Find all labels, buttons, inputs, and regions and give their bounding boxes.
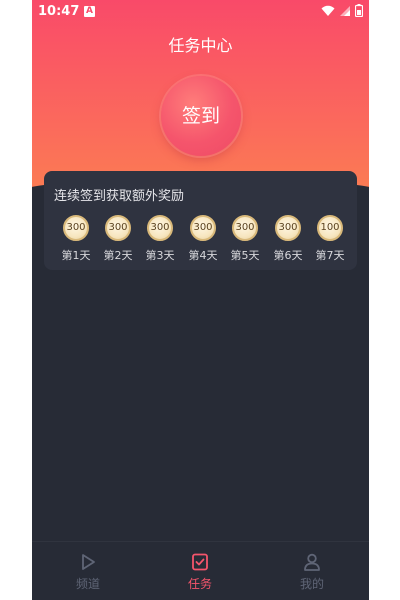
wifi-icon bbox=[321, 5, 335, 16]
day-label: 第5天 bbox=[230, 249, 260, 262]
user-icon bbox=[304, 553, 320, 571]
task-check-icon bbox=[192, 553, 208, 571]
day-label: 第1天 bbox=[61, 249, 91, 262]
day-item: 300 第6天 bbox=[270, 215, 306, 263]
coin-icon: 300 bbox=[105, 215, 131, 241]
status-bar: 10:47 A bbox=[32, 0, 369, 24]
day-label: 第6天 bbox=[273, 249, 303, 262]
reward-card: 连续签到获取额外奖励 300 第1天 300 第2天 300 第3天 300 第… bbox=[44, 171, 357, 270]
battery-icon bbox=[355, 4, 363, 17]
day-label: 第3天 bbox=[145, 249, 175, 262]
day-item: 100 第7天 bbox=[312, 215, 348, 263]
status-time: 10:47 bbox=[38, 4, 80, 19]
coin-icon: 300 bbox=[275, 215, 301, 241]
day-item: 300 第2天 bbox=[100, 215, 136, 263]
nav-item-channel[interactable]: 频道 bbox=[58, 552, 118, 592]
reward-card-title: 连续签到获取额外奖励 bbox=[54, 189, 185, 204]
bottom-nav: 频道 任务 我的 bbox=[32, 541, 369, 600]
day-item: 300 第5天 bbox=[227, 215, 263, 263]
play-icon bbox=[82, 554, 95, 570]
day-label: 第2天 bbox=[103, 249, 133, 262]
signal-icon bbox=[340, 5, 350, 16]
notification-icon: A bbox=[84, 6, 95, 17]
nav-label: 我的 bbox=[299, 577, 324, 591]
day-item: 300 第4天 bbox=[185, 215, 221, 263]
day-item: 300 第1天 bbox=[58, 215, 94, 263]
nav-label: 任务 bbox=[187, 577, 212, 591]
coin-icon: 100 bbox=[317, 215, 343, 241]
day-item: 300 第3天 bbox=[142, 215, 178, 263]
coin-icon: 300 bbox=[232, 215, 258, 241]
day-label: 第7天 bbox=[315, 249, 345, 262]
nav-label: 频道 bbox=[75, 577, 100, 591]
day-list: 300 第1天 300 第2天 300 第3天 300 第4天 300 第5天 … bbox=[58, 215, 348, 265]
coin-icon: 300 bbox=[63, 215, 89, 241]
nav-item-profile[interactable]: 我的 bbox=[282, 552, 342, 592]
status-icons bbox=[321, 4, 363, 17]
page-title: 任务中心 bbox=[168, 36, 233, 55]
nav-item-tasks[interactable]: 任务 bbox=[170, 552, 230, 592]
day-label: 第4天 bbox=[188, 249, 218, 262]
checkin-button[interactable]: 签到 bbox=[161, 76, 241, 156]
app-screen: 10:47 A 任务中心 签到 连续签到获取额外奖励 300 第1天 300 第… bbox=[32, 0, 369, 600]
coin-icon: 300 bbox=[190, 215, 216, 241]
coin-icon: 300 bbox=[147, 215, 173, 241]
